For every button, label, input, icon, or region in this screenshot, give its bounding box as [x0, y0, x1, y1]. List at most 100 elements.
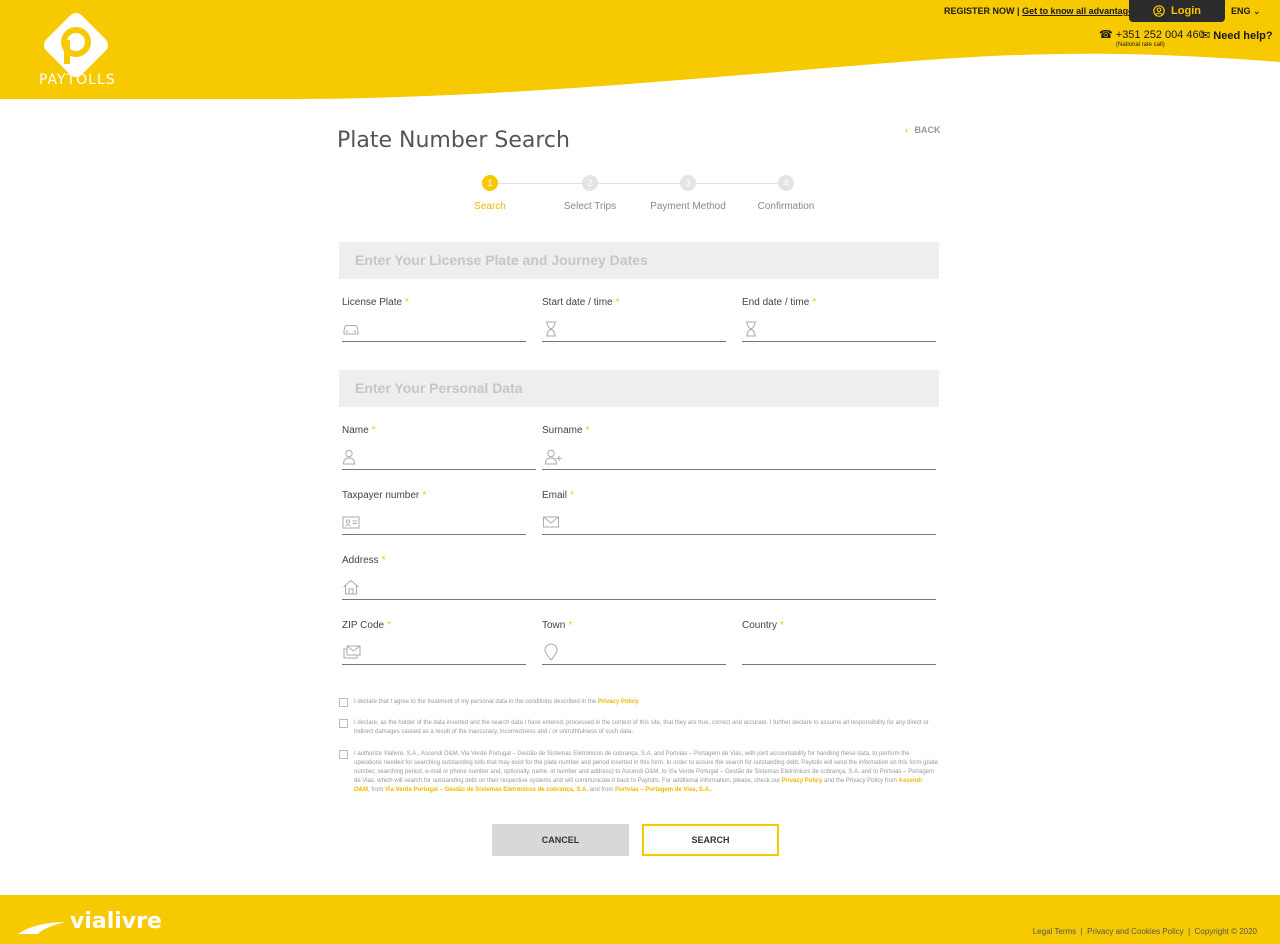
privacy-cookies-link[interactable]: Privacy and Cookies Policy	[1087, 927, 1183, 936]
section-journey-header: Enter Your License Plate and Journey Dat…	[339, 242, 939, 279]
step-payment-method: 3 Payment Method	[638, 175, 738, 212]
zip-field: ZIP Code *	[342, 620, 526, 665]
search-button[interactable]: SEARCH	[642, 824, 779, 856]
name-input[interactable]	[342, 446, 536, 470]
taxpayer-input[interactable]	[342, 511, 526, 535]
required-marker: *	[780, 620, 784, 631]
required-marker: *	[585, 425, 590, 436]
step-select-trips: 2 Select Trips	[540, 175, 640, 212]
start-date-label: Start date / time	[542, 297, 613, 308]
step-confirmation: 4 Confirmation	[736, 175, 836, 212]
map-pin-icon	[544, 643, 558, 661]
step-number: 2	[582, 175, 598, 191]
end-date-field: End date / time *	[742, 297, 936, 342]
back-button[interactable]: ‹ BACK	[905, 125, 941, 135]
site-header: PAYTOLLS REGISTER NOW | Get to know all …	[0, 0, 1280, 110]
email-field: Email *	[542, 490, 936, 535]
vialivre-swoosh-icon	[18, 922, 66, 934]
privacy-policy-link[interactable]: Privacy Policy	[598, 699, 639, 705]
address-field: Address *	[342, 555, 936, 600]
step-label: Confirmation	[757, 201, 815, 212]
need-help-label: Need help?	[1213, 30, 1273, 42]
language-selector[interactable]: ENG ⌄	[1231, 6, 1261, 17]
footer-brand[interactable]: vialivre	[70, 909, 162, 934]
end-date-label: End date / time	[742, 297, 810, 308]
consent-accuracy-text: I declare, as the holder of the data ins…	[354, 720, 929, 735]
consent-privacy-checkbox[interactable]	[339, 698, 348, 707]
consent-accuracy-checkbox[interactable]	[339, 719, 348, 728]
page-title: Plate Number Search	[337, 128, 570, 153]
chevron-down-icon: ⌄	[1253, 6, 1261, 16]
step-number: 4	[778, 175, 794, 191]
end-date-input[interactable]	[742, 318, 936, 342]
email-input[interactable]	[542, 511, 936, 535]
phone-number: +351 252 004 460	[1115, 29, 1205, 41]
country-label: Country	[742, 620, 778, 631]
address-label: Address	[342, 555, 379, 566]
country-field: Country *	[742, 620, 936, 665]
town-label: Town	[542, 620, 566, 631]
envelope-icon: ✉	[1201, 30, 1211, 42]
step-label: Search	[474, 201, 506, 212]
via-verde-policy-link[interactable]: Via Verde Portugal – Gestão de Sistemas …	[385, 787, 588, 793]
mailbox-icon	[343, 645, 361, 659]
required-marker: *	[812, 297, 817, 308]
section-personal-header: Enter Your Personal Data	[339, 370, 939, 407]
required-marker: *	[381, 555, 386, 566]
country-input[interactable]	[742, 641, 936, 665]
chevron-left-icon: ‹	[905, 125, 908, 135]
phone-contact[interactable]: ☎ +351 252 004 460	[1099, 28, 1205, 41]
zip-label: ZIP Code	[342, 620, 385, 631]
license-plate-label: License Plate	[342, 297, 403, 308]
portvias-policy-link[interactable]: Portvias – Portagem de Vias, S.A.	[615, 787, 711, 793]
register-now-link[interactable]: REGISTER NOW	[944, 6, 1015, 16]
license-plate-field: License Plate *	[342, 297, 526, 342]
advantages-link[interactable]: Get to know all advantages	[1022, 6, 1138, 16]
legal-terms-link[interactable]: Legal Terms	[1033, 927, 1076, 936]
start-date-field: Start date / time *	[542, 297, 726, 342]
phone-icon: ☎	[1099, 29, 1113, 41]
user-circle-icon	[1153, 5, 1165, 17]
taxpayer-field: Taxpayer number *	[342, 490, 526, 535]
required-marker: *	[422, 490, 427, 501]
name-field: Name *	[342, 425, 536, 470]
surname-field: Surname *	[542, 425, 936, 470]
phone-note: (National rate call)	[1116, 42, 1165, 48]
start-date-input[interactable]	[542, 318, 726, 342]
register-links: REGISTER NOW | Get to know all advantage…	[944, 6, 1139, 16]
taxpayer-label: Taxpayer number	[342, 490, 420, 501]
user-plus-icon	[544, 449, 562, 465]
copyright-text: Copyright © 2020	[1194, 927, 1257, 936]
step-label: Select Trips	[563, 201, 617, 212]
footer-links: Legal Terms | Privacy and Cookies Policy…	[1032, 927, 1257, 936]
hourglass-icon	[746, 321, 756, 337]
address-input[interactable]	[342, 576, 936, 600]
license-plate-input[interactable]	[342, 318, 526, 342]
surname-input[interactable]	[542, 446, 936, 470]
id-card-icon	[342, 516, 360, 529]
envelope-icon	[543, 516, 559, 528]
cancel-button[interactable]: CANCEL	[492, 824, 629, 856]
house-icon	[343, 579, 359, 595]
zip-input[interactable]	[342, 641, 526, 665]
town-field: Town *	[542, 620, 726, 665]
back-label: BACK	[914, 125, 941, 135]
need-help-link[interactable]: ✉ Need help?	[1201, 29, 1273, 42]
town-input[interactable]	[542, 641, 726, 665]
consent-privacy-text: I declare that I agree to the treatment …	[354, 699, 639, 705]
required-marker: *	[387, 620, 391, 631]
surname-label: Surname	[542, 425, 583, 436]
progress-stepper: 1 Search 2 Select Trips 3 Payment Method…	[440, 175, 840, 220]
login-button[interactable]: Login	[1129, 0, 1225, 22]
site-footer: vialivre Legal Terms | Privacy and Cooki…	[0, 895, 1280, 944]
required-marker: *	[615, 297, 620, 308]
car-icon	[343, 325, 359, 335]
step-search: 1 Search	[440, 175, 540, 212]
required-marker: *	[371, 425, 376, 436]
language-label: ENG	[1231, 6, 1251, 16]
consent-authorization-checkbox[interactable]	[339, 750, 348, 759]
privacy-policy-link[interactable]: Privacy Policy	[782, 778, 823, 784]
required-marker: *	[570, 490, 574, 501]
name-label: Name	[342, 425, 369, 436]
required-marker: *	[568, 620, 573, 631]
